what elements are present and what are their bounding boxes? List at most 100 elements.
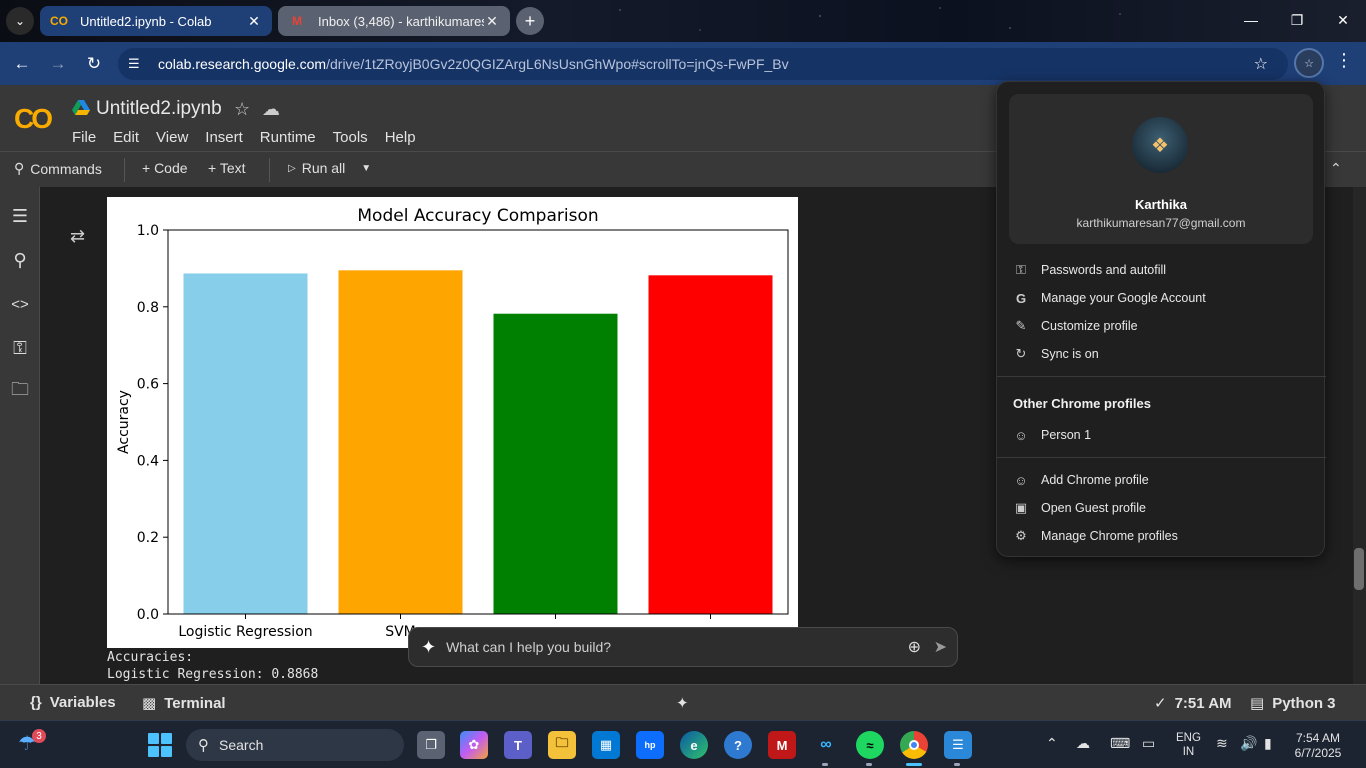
show-hidden-icons[interactable]: ⌃ [1046,735,1058,752]
minimize-button[interactable]: — [1228,0,1274,40]
cloud-saved-icon[interactable]: ☁ [262,99,280,120]
secrets-key-icon[interactable]: ⚿ [8,336,32,360]
notepad-icon[interactable]: ☰ [944,731,972,759]
run-all-button[interactable]: ▷ Run all ▼ [288,160,371,176]
language-code: ENG [1176,732,1201,744]
star-icon[interactable]: ☆ [234,99,250,120]
add-code-button[interactable]: + Code [142,160,188,176]
webex-icon[interactable]: ∞ [812,731,840,759]
close-window-button[interactable]: ✕ [1320,0,1366,40]
browser-tab-strip: ⌄ CO Untitled2.ipynb - Colab ✕ M Inbox (… [0,0,1366,42]
file-explorer-icon[interactable]: 🗀 [548,731,576,759]
menu-edit[interactable]: Edit [113,129,139,146]
back-arrow-icon[interactable]: ← [8,50,36,78]
menu-open-guest-profile[interactable]: ▣ Open Guest profile [1013,497,1313,519]
site-info-icon[interactable]: ☰ [128,56,148,72]
add-text-button[interactable]: + Text [208,160,246,176]
toolbar-divider [269,158,270,182]
gemini-input[interactable]: What can I help you build? [446,639,611,655]
menu-tools[interactable]: Tools [333,129,368,146]
help-icon[interactable]: ? [724,731,752,759]
scrollbar-track[interactable] [1353,187,1366,684]
braces-icon: {} [30,694,42,711]
microsoft-store-icon[interactable]: ▦ [592,731,620,759]
menu-divider [997,457,1326,458]
menu-help[interactable]: Help [385,129,416,146]
url-path: /drive/1tZRoyjB0Gv2z0QGIZArgL6NsUsnGhWpo… [326,56,789,72]
battery-icon[interactable]: ▮ [1264,735,1272,752]
display-icon[interactable]: ▭ [1142,735,1155,752]
variables-button[interactable]: {} Variables [30,694,116,711]
tab-colab[interactable]: CO Untitled2.ipynb - Colab ✕ [40,6,272,36]
onedrive-off-icon[interactable]: ☁ [1076,735,1090,752]
keyboard-icon[interactable]: ⌨ [1110,735,1130,752]
chrome-profile-button[interactable]: ☆ [1294,48,1324,78]
menu-view[interactable]: View [156,129,188,146]
menu-file[interactable]: File [72,129,96,146]
runtime-indicator[interactable]: ▤ Python 3 [1250,694,1336,713]
google-drive-icon[interactable] [72,100,90,116]
collapse-header-icon[interactable]: ⌃ [1330,160,1342,177]
myhp-icon[interactable]: hp [636,731,664,759]
task-view-icon[interactable]: ❐ [417,731,445,759]
variables-label: Variables [49,694,116,711]
menu-sync[interactable]: ↻ Sync is on [1013,343,1313,365]
execution-status[interactable]: ✓ 7:51 AM [1154,694,1232,713]
menu-runtime[interactable]: Runtime [260,129,316,146]
windows-start-icon[interactable] [148,733,172,757]
commands-button[interactable]: ⚲ Commands [14,160,102,177]
tab-search-button[interactable]: ⌄ [6,7,34,35]
output-line: Accuracies: [107,650,194,665]
tab-gmail[interactable]: M Inbox (3,486) - karthikumaresan ✕ [278,6,510,36]
edge-icon[interactable]: e [680,731,708,759]
chrome-menu-icon[interactable]: ⋮ [1334,50,1354,76]
close-tab-icon[interactable]: ✕ [246,13,262,30]
scrollbar-thumb[interactable] [1354,548,1364,590]
menu-manage-google-account[interactable]: G Manage your Google Account [1013,287,1313,309]
menu-add-chrome-profile[interactable]: ☺ Add Chrome profile [1013,469,1313,491]
mcafee-icon[interactable]: M [768,731,796,759]
close-tab-icon[interactable]: ✕ [484,13,500,30]
find-replace-icon[interactable]: ⚲ [8,248,32,272]
copilot-icon[interactable]: ✿ [460,731,488,759]
gemini-prompt-bar[interactable]: ✦ What can I help you build? ⊕ ➤ [408,627,958,667]
profile-person-1[interactable]: ☺ Person 1 [1013,424,1313,446]
forward-arrow-icon[interactable]: → [44,50,72,78]
chart-bar [183,273,308,614]
menu-passwords-autofill[interactable]: ⚿ Passwords and autofill [1013,259,1313,281]
menu-insert[interactable]: Insert [205,129,243,146]
volume-icon[interactable]: 🔊 [1240,735,1257,752]
colab-logo-icon[interactable]: CO [14,103,53,135]
table-of-contents-icon[interactable]: ☰ [8,204,32,228]
restore-button[interactable]: ❐ [1274,0,1320,40]
language-indicator[interactable]: ENG IN [1176,731,1201,759]
address-bar[interactable]: ☰ colab.research.google.com/drive/1tZRoy… [118,48,1288,80]
teams-icon[interactable]: T [504,731,532,759]
wifi-icon[interactable]: ≋ [1216,735,1228,752]
bookmark-star-icon[interactable]: ☆ [1254,54,1268,74]
output-line: Logistic Regression: 0.8868 [107,667,319,682]
reload-icon[interactable]: ↻ [80,50,108,78]
chrome-icon[interactable] [900,731,928,759]
new-tab-button[interactable]: + [516,7,544,35]
menu-customize-profile[interactable]: ✎ Customize profile [1013,315,1313,337]
files-folder-icon[interactable]: 🗀 [8,379,32,404]
system-clock[interactable]: 7:54 AM 6/7/2025 [1290,731,1346,761]
notebook-title[interactable]: Untitled2.ipynb [96,98,222,120]
key-icon: ⚿ [1016,262,1026,277]
cell-output-text: Accuracies: Logistic Regression: 0.8868 [107,649,318,683]
taskbar-search[interactable]: ⚲ Search [186,729,404,761]
spotify-icon[interactable]: ≈ [856,731,884,759]
tab-title: Inbox (3,486) - karthikumaresan [318,13,484,29]
profile-email: karthikumaresan77@gmail.com [1076,216,1246,230]
menu-manage-chrome-profiles[interactable]: ⚙ Manage Chrome profiles [1013,525,1313,547]
terminal-button[interactable]: ▩ Terminal [142,694,226,713]
code-snippets-icon[interactable]: <> [8,292,32,316]
gemini-status-icon[interactable]: ✦ [676,694,689,712]
chart-bar [493,313,618,614]
add-circle-icon[interactable]: ⊕ [908,637,921,657]
output-actions-icon[interactable]: ⇄ [70,226,85,247]
dropdown-arrow-icon[interactable]: ▼ [361,163,371,174]
search-icon: ⚲ [198,737,209,754]
send-icon[interactable]: ➤ [934,637,947,657]
